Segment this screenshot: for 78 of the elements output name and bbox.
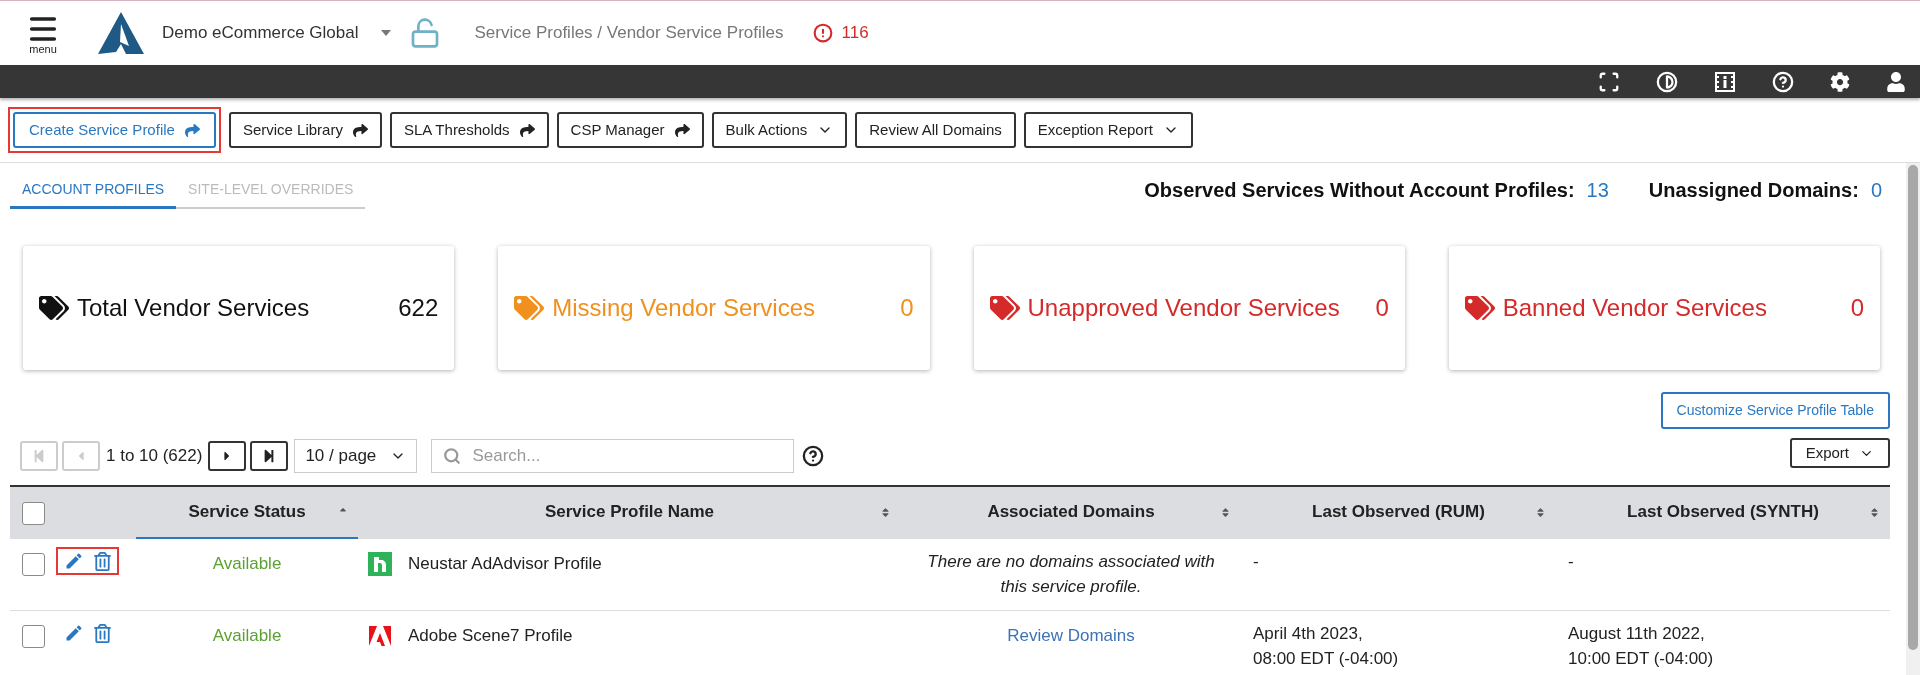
card-label: Banned Vendor Services [1502, 293, 1768, 323]
share-arrow-icon [674, 122, 690, 138]
delete-icon[interactable] [94, 551, 111, 571]
dropdown-caret-icon[interactable] [380, 30, 391, 36]
film-info-icon[interactable] [1714, 70, 1736, 93]
triangle-logo-icon[interactable] [98, 12, 144, 54]
pagination-button[interactable] [250, 441, 289, 471]
card-value: 0 [900, 293, 914, 323]
organization-name[interactable]: Demo eCommerce Global [162, 20, 359, 46]
alert-icon[interactable] [813, 23, 834, 43]
toolbar-button[interactable]: Bulk Actions [711, 112, 848, 148]
delete-icon[interactable] [94, 623, 111, 643]
toolbar-button[interactable]: Review All Domains [855, 112, 1016, 148]
summary-count[interactable]: 13 [1586, 175, 1609, 205]
page-range: 1 to 10 (622) [106, 445, 203, 468]
export-button[interactable]: Export [1789, 438, 1890, 468]
card-value: 0 [1850, 293, 1864, 323]
breadcrumb: Service Profiles / Vendor Service Profiles [474, 22, 784, 45]
profile-name: Neustar AdAdvisor Profile [408, 553, 602, 575]
column-header[interactable]: Service Status [136, 487, 358, 539]
column-header[interactable]: Last Observed (RUM) [1241, 487, 1556, 539]
page-size-select[interactable]: 10 / page [294, 439, 418, 473]
toolbar-button[interactable]: Exception Report [1023, 112, 1193, 148]
card-label: Total Vendor Services [77, 293, 311, 323]
column-header[interactable]: Service Profile Name [358, 487, 901, 539]
no-domains-note: There are no domains associated with this service profile. [926, 551, 1216, 598]
card-value: 622 [398, 293, 439, 323]
tab[interactable]: ACCOUNT PROFILES [10, 173, 177, 209]
user-icon[interactable] [1886, 71, 1906, 92]
toolbar-button[interactable]: SLA Thresholds [389, 112, 549, 148]
first-page-icon [32, 449, 46, 463]
square-logo-icon [368, 551, 392, 576]
status-text: Available [211, 625, 283, 647]
summary-count[interactable]: 0 [1870, 175, 1882, 205]
checkbox[interactable] [22, 553, 45, 576]
edit-icon[interactable] [64, 623, 84, 643]
summary-card[interactable]: Total Vendor Services 622 [23, 246, 455, 370]
summary-card[interactable]: Banned Vendor Services 0 [1448, 246, 1880, 370]
share-arrow-icon [184, 122, 200, 138]
review-domains-link[interactable]: Review Domains [901, 623, 1241, 649]
summary-label: Observed Services Without Account Profiles: [1144, 178, 1575, 203]
sort-icon [880, 506, 891, 518]
table-cell-text: - [1252, 551, 1260, 573]
table-cell-text: August 11th 2022, 10:00 EDT (-04:00) [1567, 623, 1715, 670]
share-arrow-icon [519, 122, 535, 138]
toolbar-button[interactable]: Service Library [228, 112, 382, 148]
profile-name: Adobe Scene7 Profile [408, 625, 573, 647]
status-text: Available [211, 553, 283, 575]
search-icon [443, 447, 462, 465]
peak-logo-icon [368, 623, 392, 648]
customize-table-button[interactable]: Customize Service Profile Table [1660, 392, 1890, 429]
help-icon[interactable] [802, 445, 825, 467]
pagination-button[interactable] [208, 441, 247, 471]
table-cell-text: April 4th 2023, 08:00 EDT (-04:00) [1252, 623, 1400, 670]
sort-icon [1869, 506, 1880, 518]
column-header[interactable]: Associated Domains [901, 487, 1241, 539]
column-header[interactable]: Last Observed (SYNTH) [1556, 487, 1890, 539]
sort-icon [1535, 506, 1546, 518]
checkbox[interactable] [22, 625, 45, 648]
fullscreen-icon[interactable] [1598, 70, 1620, 93]
checkbox[interactable] [22, 501, 45, 525]
menu-button[interactable]: menu [26, 11, 60, 55]
card-label: Missing Vendor Services [552, 293, 817, 323]
sort-icon [1220, 506, 1231, 518]
share-arrow-icon [352, 122, 368, 138]
card-value: 0 [1375, 293, 1389, 323]
scrollbar[interactable] [1906, 163, 1920, 675]
summary-label: Unassigned Domains: [1648, 178, 1859, 203]
settings-icon[interactable] [1830, 71, 1850, 92]
edit-icon[interactable] [64, 551, 84, 571]
alert-count[interactable]: 116 [841, 20, 869, 46]
card-label: Unapproved Vendor Services [1027, 293, 1341, 323]
contrast-icon[interactable] [1656, 70, 1678, 93]
search-field[interactable]: Search... [431, 439, 795, 473]
toolbar-button[interactable]: CSP Manager [556, 112, 704, 148]
table-cell-text: - [1567, 551, 1575, 573]
summary-card[interactable]: Unapproved Vendor Services 0 [973, 246, 1405, 370]
toolbar-button[interactable]: Create Service Profile [13, 112, 216, 148]
